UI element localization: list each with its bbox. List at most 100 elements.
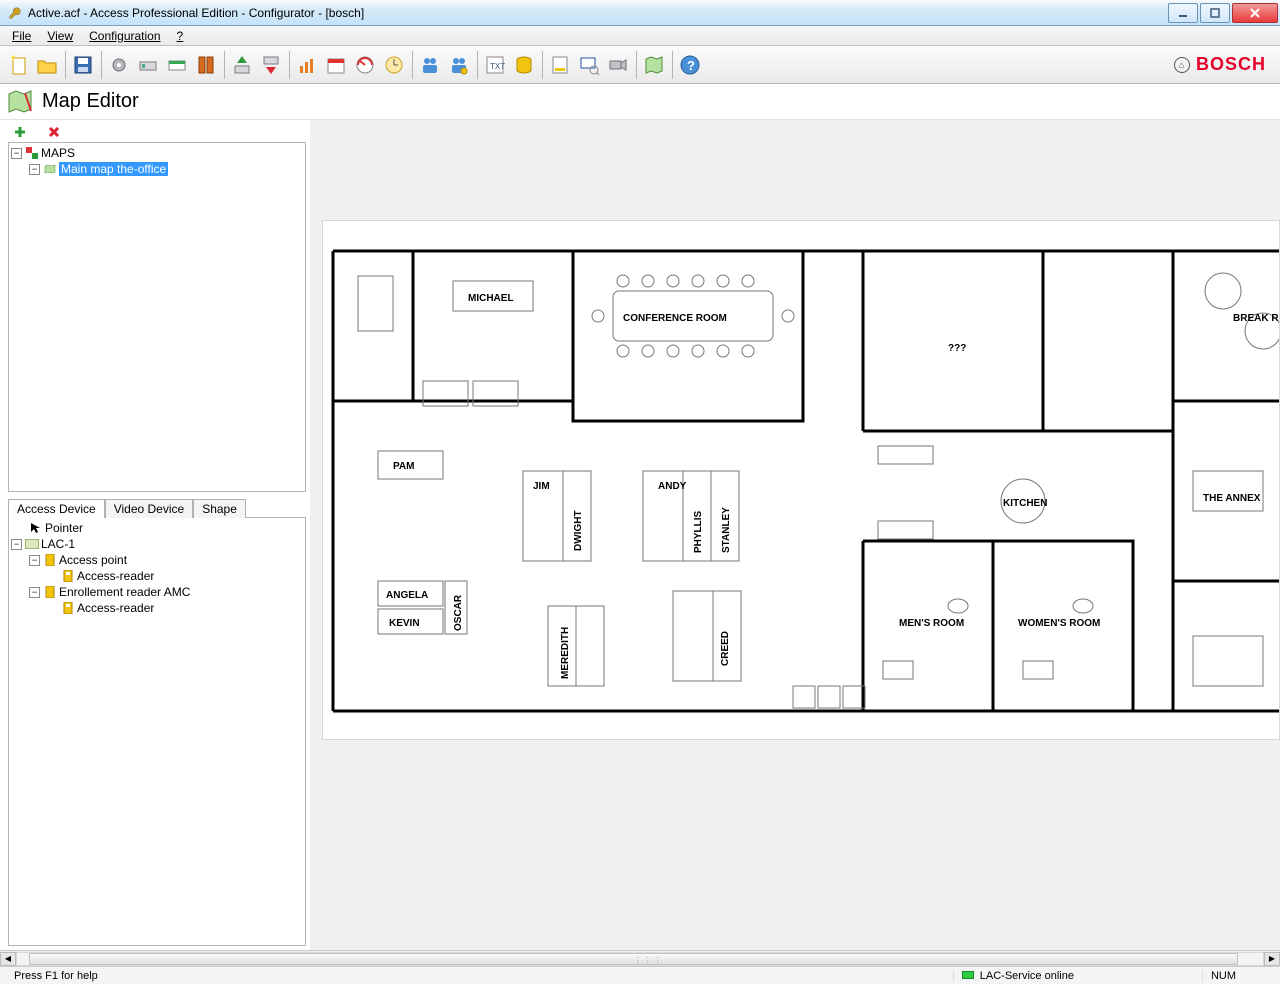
tool-download-icon[interactable] — [257, 50, 285, 80]
label-conference: CONFERENCE ROOM — [623, 313, 727, 324]
door-icon — [43, 586, 57, 598]
status-numlock: NUM — [1202, 970, 1244, 982]
horizontal-scrollbar[interactable]: ◀ ⋮⋮⋮ ▶ — [0, 950, 1280, 966]
svg-text:TXT: TXT — [490, 62, 505, 71]
label-jim: JIM — [533, 481, 550, 492]
map-canvas-area: MICHAEL CONFERENCE ROOM BREAK R PAM JIM … — [310, 120, 1280, 950]
maps-tree[interactable]: − MAPS − Main map the-office — [8, 142, 306, 492]
label-michael: MICHAEL — [468, 293, 514, 304]
scroll-left-button[interactable]: ◀ — [0, 952, 16, 966]
label-stanley: STANLEY — [721, 507, 732, 553]
tool-help-icon[interactable]: ? — [676, 50, 704, 80]
status-hint: Press F1 for help — [6, 970, 106, 982]
device-access-reader-2[interactable]: Access-reader — [11, 600, 303, 616]
tool-gauge-icon[interactable] — [351, 50, 379, 80]
svg-text:?: ? — [687, 58, 695, 73]
label-oscar: OSCAR — [453, 594, 464, 631]
map-canvas[interactable]: MICHAEL CONFERENCE ROOM BREAK R PAM JIM … — [322, 220, 1280, 740]
collapse-icon[interactable]: − — [29, 555, 40, 566]
editor-title: Map Editor — [42, 90, 139, 113]
save-icon[interactable] — [69, 50, 97, 80]
tool-camera-icon[interactable] — [604, 50, 632, 80]
lac-icon — [25, 538, 39, 550]
tool-calendar-icon[interactable] — [322, 50, 350, 80]
map-node-icon — [43, 163, 57, 175]
tree-item-main-map[interactable]: − Main map the-office — [11, 161, 303, 177]
map-editor-icon — [6, 88, 34, 116]
label-kevin: KEVIN — [389, 618, 420, 629]
window-controls — [1166, 3, 1278, 23]
device-access-point[interactable]: − Access point — [11, 552, 303, 568]
tool-upload-icon[interactable] — [228, 50, 256, 80]
tool-clock-icon[interactable] — [380, 50, 408, 80]
reader-icon — [61, 602, 75, 614]
add-map-button[interactable] — [12, 124, 28, 140]
device-tabstrip: Access Device Video Device Shape — [8, 498, 306, 517]
titlebar: Active.acf - Access Professional Edition… — [0, 0, 1280, 26]
status-led-icon — [962, 971, 974, 979]
toolbar: TXT ? ⌂BOSCH — [0, 46, 1280, 84]
menubar: File View Configuration ? — [0, 26, 1280, 46]
tool-device-icon[interactable] — [134, 50, 162, 80]
tool-text1-icon[interactable]: TXT — [481, 50, 509, 80]
minimize-button[interactable] — [1168, 3, 1198, 23]
menu-configuration[interactable]: Configuration — [81, 27, 168, 45]
tool-id-search-icon[interactable] — [575, 50, 603, 80]
label-unknown: ??? — [948, 343, 966, 354]
tool-card-green-icon[interactable] — [163, 50, 191, 80]
label-creed: CREED — [720, 631, 731, 666]
window-title: Active.acf - Access Professional Edition… — [28, 6, 1166, 20]
label-kitchen: KITCHEN — [1003, 498, 1047, 509]
label-meredith: MEREDITH — [560, 627, 571, 679]
reader-icon — [61, 570, 75, 582]
tab-video-device[interactable]: Video Device — [105, 499, 194, 518]
scroll-track[interactable]: ⋮⋮⋮ — [16, 952, 1264, 966]
tab-access-device[interactable]: Access Device — [8, 499, 105, 518]
pointer-icon — [29, 522, 43, 534]
device-lac[interactable]: − LAC-1 — [11, 536, 303, 552]
editor-header: Map Editor — [0, 84, 1280, 120]
tool-users-key-icon[interactable] — [445, 50, 473, 80]
maps-root-icon — [25, 147, 39, 159]
collapse-icon[interactable]: − — [29, 587, 40, 598]
label-dwight: DWIGHT — [573, 510, 584, 551]
open-folder-icon[interactable] — [33, 50, 61, 80]
tool-users-icon[interactable] — [416, 50, 444, 80]
scroll-right-button[interactable]: ▶ — [1264, 952, 1280, 966]
label-annex: THE ANNEX — [1203, 493, 1261, 504]
app-icon — [6, 4, 24, 22]
tool-map-icon[interactable] — [640, 50, 668, 80]
label-phyllis: PHYLLIS — [693, 510, 704, 553]
label-angela: ANGELA — [386, 590, 428, 601]
tree-root-maps[interactable]: − MAPS — [11, 145, 303, 161]
maximize-button[interactable] — [1200, 3, 1230, 23]
device-tree[interactable]: Pointer − LAC-1 − Access point Access-re… — [8, 517, 306, 946]
scroll-thumb[interactable]: ⋮⋮⋮ — [29, 953, 1238, 965]
statusbar: Press F1 for help LAC-Service online NUM — [0, 966, 1280, 984]
device-enroll-reader[interactable]: − Enrollement reader AMC — [11, 584, 303, 600]
tab-shape[interactable]: Shape — [193, 499, 246, 518]
label-mens: MEN'S ROOM — [899, 618, 964, 629]
brand-logo: ⌂BOSCH — [1174, 54, 1266, 75]
collapse-icon[interactable]: − — [11, 148, 22, 159]
collapse-icon[interactable]: − — [29, 164, 40, 175]
left-sidebar: − MAPS − Main map the-office Access Devi… — [0, 120, 310, 950]
new-icon[interactable] — [4, 50, 32, 80]
device-pointer[interactable]: Pointer — [11, 520, 303, 536]
menu-file[interactable]: File — [4, 27, 39, 45]
label-break: BREAK R — [1233, 313, 1279, 324]
delete-map-button[interactable] — [46, 124, 62, 140]
collapse-icon[interactable]: − — [11, 539, 22, 550]
tool-doc-date-icon[interactable] — [546, 50, 574, 80]
tool-doors-icon[interactable] — [192, 50, 220, 80]
menu-help[interactable]: ? — [169, 27, 192, 45]
label-pam: PAM — [393, 461, 414, 472]
tool-gear-icon[interactable] — [105, 50, 133, 80]
door-icon — [43, 554, 57, 566]
close-button[interactable] — [1232, 3, 1278, 23]
menu-view[interactable]: View — [39, 27, 81, 45]
label-andy: ANDY — [658, 481, 687, 492]
device-access-reader-1[interactable]: Access-reader — [11, 568, 303, 584]
tool-chart-icon[interactable] — [293, 50, 321, 80]
tool-db-icon[interactable] — [510, 50, 538, 80]
